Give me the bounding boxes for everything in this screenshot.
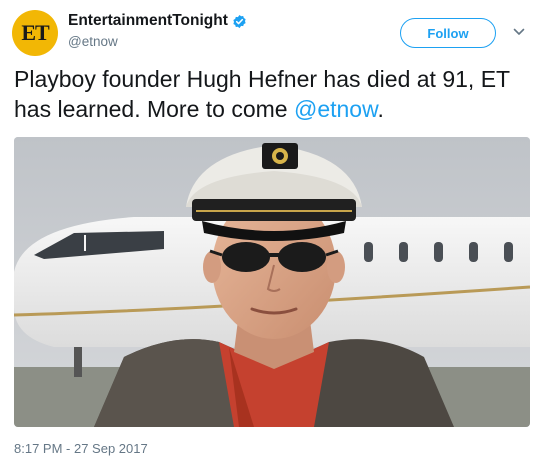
- tweet-timestamp[interactable]: 8:17 PM - 27 Sep 2017: [14, 441, 148, 456]
- mention-link[interactable]: @etnow: [294, 96, 377, 122]
- display-name[interactable]: EntertainmentTonight: [68, 12, 228, 30]
- tweet-text: Playboy founder Hugh Hefner has died at …: [14, 64, 530, 124]
- photo-illustration: [14, 137, 530, 427]
- account-names: EntertainmentTonight @etnow: [68, 12, 247, 49]
- follow-button[interactable]: Follow: [400, 18, 496, 48]
- user-handle[interactable]: @etnow: [68, 34, 247, 49]
- tweet-card: ET EntertainmentTonight @etnow Follow Pl…: [0, 0, 540, 466]
- avatar-logo-text: ET: [21, 20, 49, 45]
- display-name-row: EntertainmentTonight: [68, 12, 247, 30]
- chevron-down-icon[interactable]: [513, 27, 525, 37]
- verified-badge-icon: [233, 14, 246, 28]
- tweet-photo[interactable]: [14, 137, 530, 427]
- tweet-text-body: Playboy founder Hugh Hefner has died at …: [14, 66, 510, 122]
- avatar[interactable]: ET: [12, 10, 58, 56]
- tweet-text-end: .: [377, 96, 384, 122]
